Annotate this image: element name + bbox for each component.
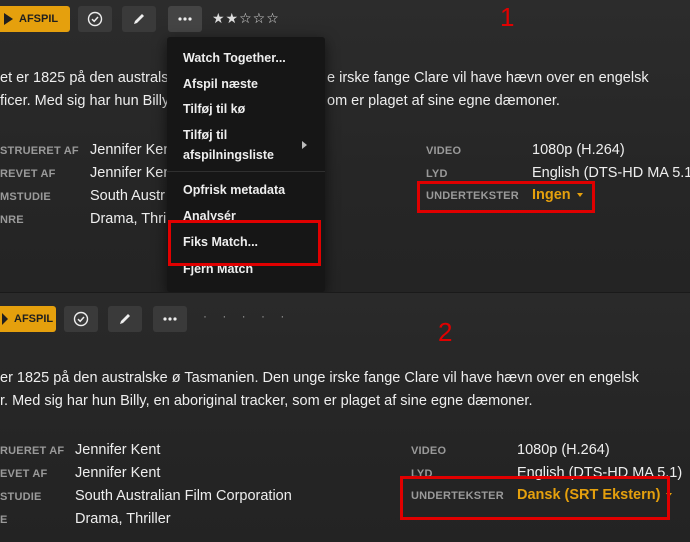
play-button[interactable]: AFSPIL [0, 6, 70, 32]
star-rating[interactable]: ★★☆☆☆ [212, 10, 280, 27]
highlight-fix-match [168, 220, 321, 266]
video-label: VIDEO [426, 145, 462, 157]
genre-value[interactable]: Drama, Thriller [75, 511, 171, 527]
summary-line2-a: ficer. Med sig har hun Billy [0, 93, 170, 109]
studio-value[interactable]: South Australian Film Corporation [75, 488, 292, 504]
pencil-icon [134, 14, 144, 24]
submenu-arrow-icon [302, 141, 307, 149]
mark-watched-button[interactable] [78, 6, 112, 32]
highlight-subtitles [400, 476, 670, 520]
more-dots-icon [163, 317, 177, 321]
summary-line2-left: ficer. Med sig har hun Billy [0, 90, 169, 113]
pencil-icon [120, 314, 130, 324]
screenshot-after: AFSPIL · · · · · 2 er 1825 på den austra… [0, 292, 690, 542]
video-label: VIDEO [411, 445, 447, 457]
summary-text-right: e irske fange Clare vil have hævn over e… [327, 67, 649, 90]
more-button-2[interactable] [153, 306, 187, 332]
menu-item-watch-together[interactable]: Watch Together... [183, 51, 286, 65]
genre-label: E [0, 514, 8, 526]
video-value: 1080p (H.264) [517, 442, 610, 458]
mark-watched-button-2[interactable] [64, 306, 98, 332]
play-icon [2, 313, 8, 325]
play-icon [4, 13, 13, 25]
highlight-subtitles [417, 181, 595, 213]
play-button-label: AFSPIL [19, 13, 59, 25]
audio-label: LYD [426, 168, 448, 180]
audio-select[interactable]: English (DTS-HD MA 5.1) [532, 165, 690, 181]
play-button-label: AFSPIL [14, 313, 54, 325]
screenshot-before: AFSPIL ★★☆☆☆ 1 et er 1825 på den austral… [0, 0, 690, 292]
studio-label: MSTUDIE [0, 191, 51, 203]
summary-line2: r. Med sig har hun Billy, en aboriginal … [0, 393, 533, 409]
summary-line1-b: e irske fange Clare vil have hævn over e… [327, 70, 649, 86]
menu-item-refresh-metadata[interactable]: Opfrisk metadata [183, 183, 285, 197]
writer-value[interactable]: Jennifer Kent [75, 465, 160, 481]
edit-button-2[interactable] [108, 306, 142, 332]
writer-label: EVET AF [0, 468, 48, 480]
menu-divider [167, 171, 325, 172]
summary-text: et er 1825 på den australsk [0, 67, 176, 90]
star-rating-empty[interactable]: · · · · · [203, 309, 290, 323]
checkmark-icon [87, 11, 103, 27]
more-dots-icon [178, 17, 192, 21]
step-number-1: 1 [500, 2, 515, 32]
genre-value[interactable]: Drama, Thrill [90, 211, 173, 227]
menu-item-add-to-playlist-line2[interactable]: afspilningsliste [183, 148, 274, 162]
menu-item-play-next[interactable]: Afspil næste [183, 77, 258, 91]
summary-line2-b: om er plaget af sine egne dæmoner. [327, 93, 560, 109]
writer-label: REVET AF [0, 168, 56, 180]
menu-item-add-to-playlist[interactable]: Tilføj til [183, 128, 227, 142]
edit-button[interactable] [122, 6, 156, 32]
director-label: RUERET AF [0, 445, 65, 457]
menu-item-add-to-queue[interactable]: Tilføj til kø [183, 102, 245, 116]
studio-value[interactable]: South Austr [90, 188, 165, 204]
director-value[interactable]: Jennifer Kent [75, 442, 160, 458]
play-button-2[interactable]: AFSPIL [0, 306, 56, 332]
summary-line1-a: et er 1825 på den australsk [0, 70, 176, 86]
summary-line2-right: om er plaget af sine egne dæmoner. [327, 90, 560, 113]
genre-label: NRE [0, 214, 24, 226]
summary-line1: er 1825 på den australske ø Tasmanien. D… [0, 370, 639, 386]
writer-value[interactable]: Jennifer Kent [90, 165, 175, 181]
director-label: STRUERET AF [0, 145, 79, 157]
rating-stars: ★★☆☆☆ [212, 10, 280, 26]
step-number-2: 2 [438, 317, 453, 347]
studio-label: STUDIE [0, 491, 42, 503]
more-button[interactable] [168, 6, 202, 32]
director-value[interactable]: Jennifer Kent [90, 142, 175, 158]
checkmark-icon [73, 311, 89, 327]
video-value: 1080p (H.264) [532, 142, 625, 158]
